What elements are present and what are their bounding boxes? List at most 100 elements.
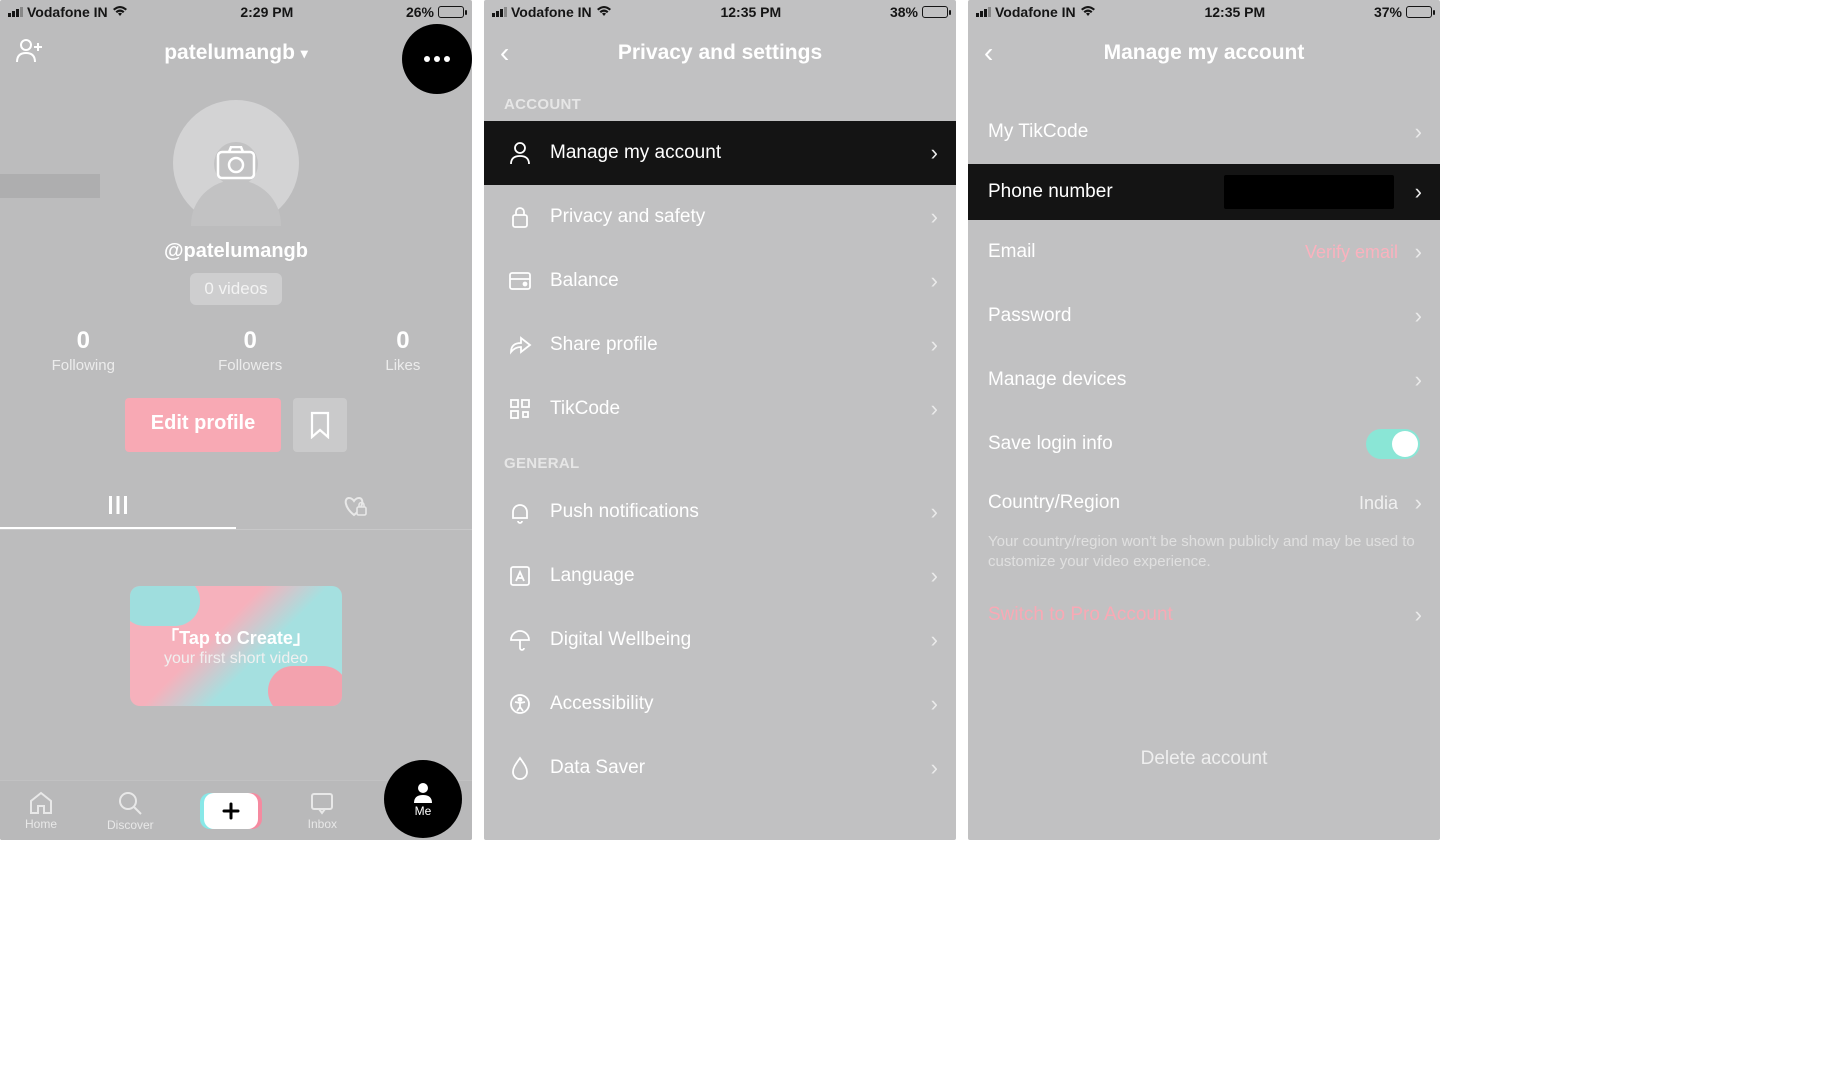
tap-to-create-card[interactable]: 「Tap to Create」 your first short video (130, 586, 342, 706)
chevron-right-icon: › (1415, 303, 1422, 329)
carrier-label: Vodafone IN (995, 4, 1076, 20)
row-country-region[interactable]: Country/Region India › (968, 476, 1440, 530)
chevron-right-icon: › (1415, 602, 1422, 628)
signal-icon (976, 7, 991, 17)
row-my-tikcode[interactable]: My TikCode › (968, 100, 1440, 164)
row-tikcode[interactable]: TikCode › (484, 377, 956, 441)
country-value: India (1359, 493, 1420, 514)
row-push-notifications[interactable]: Push notifications › (484, 480, 956, 544)
row-manage-devices[interactable]: Manage devices › (968, 348, 1440, 412)
row-share-profile[interactable]: Share profile › (484, 313, 956, 377)
screen-manage-account: Vodafone IN 12:35 PM 37% ‹ Manage my acc… (968, 0, 1440, 840)
status-bar: Vodafone IN 12:35 PM 38% (484, 0, 956, 24)
row-language[interactable]: Language › (484, 544, 956, 608)
nav-home[interactable]: Home (25, 791, 57, 831)
row-label: Save login info (988, 433, 1113, 455)
ellipsis-icon (422, 55, 452, 63)
wifi-icon (1080, 4, 1096, 20)
clock-label: 12:35 PM (720, 4, 781, 20)
lock-icon (504, 205, 536, 229)
row-label: Switch to Pro Account (988, 604, 1173, 626)
row-switch-pro[interactable]: Switch to Pro Account › (968, 583, 1440, 647)
tab-liked[interactable] (236, 482, 472, 529)
row-label: Email (988, 241, 1036, 263)
chevron-right-icon: › (931, 332, 938, 358)
clock-label: 12:35 PM (1204, 4, 1265, 20)
row-label: Digital Wellbeing (550, 629, 691, 651)
plus-icon (221, 801, 241, 821)
battery-icon (922, 6, 948, 18)
add-friend-icon[interactable] (16, 37, 46, 69)
row-label: Delete account (1141, 748, 1268, 770)
verify-email-action[interactable]: Verify email (1305, 242, 1420, 263)
wifi-icon (112, 4, 128, 20)
row-password[interactable]: Password › (968, 284, 1440, 348)
language-icon (504, 565, 536, 587)
row-balance[interactable]: Balance › (484, 249, 956, 313)
wifi-icon (596, 4, 612, 20)
row-label: Manage my account (550, 142, 721, 164)
page-title: Manage my account (968, 41, 1440, 65)
row-email[interactable]: Email Verify email › (968, 220, 1440, 284)
battery-percent: 37% (1374, 4, 1402, 20)
battery-icon (1406, 6, 1432, 18)
chevron-right-icon: › (931, 691, 938, 717)
chevron-right-icon: › (931, 140, 938, 166)
nav-me[interactable]: Me (384, 760, 462, 838)
row-phone-number[interactable]: Phone number › (968, 164, 1440, 220)
person-icon (411, 780, 435, 804)
row-label: Country/Region (988, 492, 1120, 514)
row-label: Data Saver (550, 757, 645, 779)
stat-likes[interactable]: 0 Likes (385, 327, 420, 374)
row-data-saver[interactable]: Data Saver › (484, 736, 956, 800)
row-accessibility[interactable]: Accessibility › (484, 672, 956, 736)
nav-inbox[interactable]: Inbox (308, 791, 337, 831)
row-save-login: Save login info (968, 412, 1440, 476)
profile-header: patelumangb ▾ (0, 24, 472, 82)
video-count-pill[interactable]: 0 videos (190, 273, 281, 305)
stat-followers[interactable]: 0 Followers (218, 327, 282, 374)
manage-account-header: ‹ Manage my account (968, 24, 1440, 82)
row-label: Phone number (988, 181, 1113, 203)
chevron-right-icon: › (1415, 239, 1422, 265)
search-icon (117, 790, 143, 816)
back-button[interactable]: ‹ (500, 37, 509, 69)
wallet-icon (504, 271, 536, 291)
profile-tabs (0, 482, 472, 530)
progress-stub (0, 174, 100, 198)
back-button[interactable]: ‹ (984, 37, 993, 69)
tab-posts[interactable] (0, 482, 236, 529)
row-label: Push notifications (550, 501, 699, 523)
battery-percent: 38% (890, 4, 918, 20)
row-label: My TikCode (988, 121, 1088, 143)
edit-profile-button[interactable]: Edit profile (125, 398, 281, 452)
country-note: Your country/region won't be shown publi… (968, 530, 1440, 583)
screen-profile: Vodafone IN 2:29 PM 26% patelumangb ▾ (0, 0, 472, 840)
row-label: Balance (550, 270, 619, 292)
chevron-right-icon: › (931, 563, 938, 589)
chevron-right-icon: › (931, 499, 938, 525)
chevron-right-icon: › (931, 268, 938, 294)
stat-following[interactable]: 0 Following (52, 327, 115, 374)
bookmarks-button[interactable] (293, 398, 347, 452)
grid-lines-icon (107, 494, 129, 516)
screen-settings: Vodafone IN 12:35 PM 38% ‹ Privacy and s… (484, 0, 956, 840)
chevron-right-icon: › (1415, 490, 1422, 516)
carrier-label: Vodafone IN (511, 4, 592, 20)
row-label: Password (988, 305, 1071, 327)
accessibility-icon (504, 693, 536, 715)
more-options-button[interactable] (402, 24, 472, 94)
row-digital-wellbeing[interactable]: Digital Wellbeing › (484, 608, 956, 672)
droplet-icon (504, 756, 536, 780)
avatar-upload[interactable] (173, 100, 299, 226)
nav-discover[interactable]: Discover (107, 790, 154, 832)
row-label: Language (550, 565, 635, 587)
status-bar: Vodafone IN 12:35 PM 37% (968, 0, 1440, 24)
row-privacy-safety[interactable]: Privacy and safety › (484, 185, 956, 249)
nav-create[interactable] (204, 793, 258, 829)
section-general: GENERAL (484, 441, 956, 480)
row-manage-account[interactable]: Manage my account › (484, 121, 956, 185)
save-login-toggle[interactable] (1366, 429, 1420, 459)
row-delete-account[interactable]: Delete account (968, 727, 1440, 791)
chevron-right-icon: › (931, 204, 938, 230)
